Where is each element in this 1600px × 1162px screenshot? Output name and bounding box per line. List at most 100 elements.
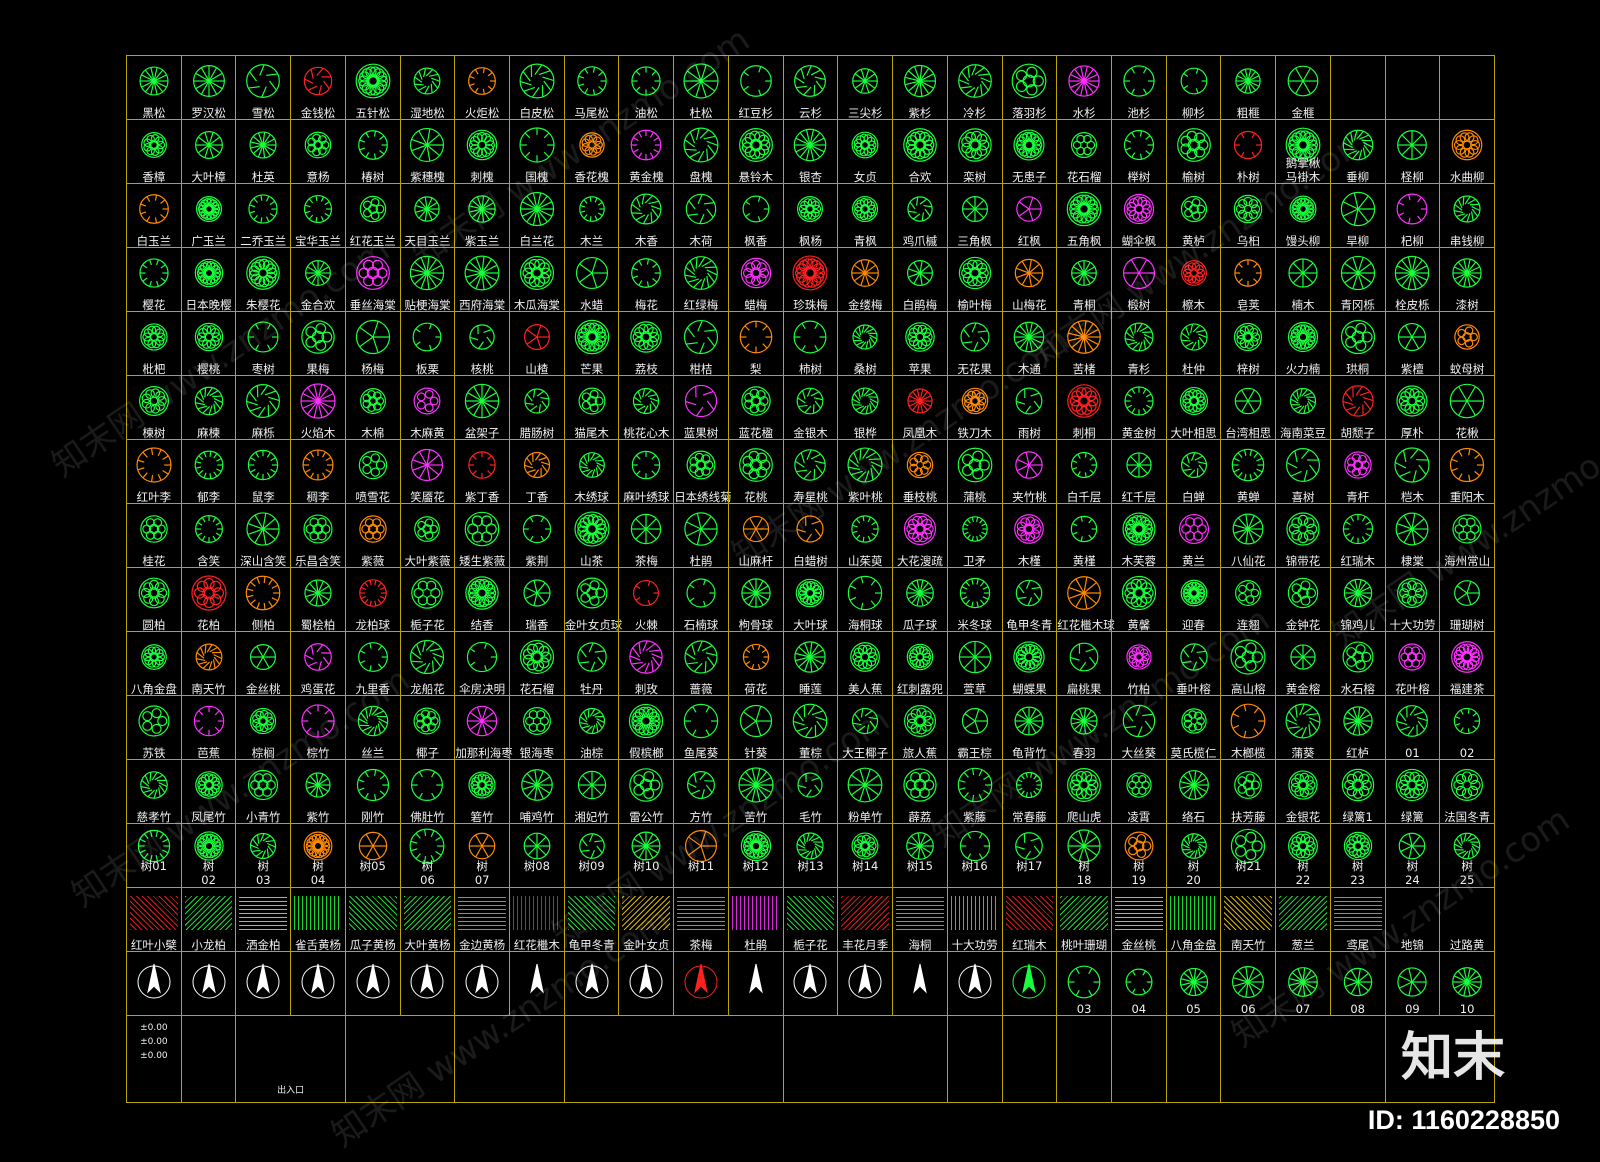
tree-symbol-cell[interactable]: 03 bbox=[1056, 951, 1112, 1016]
plant-symbol-cell[interactable]: 水杉 bbox=[1056, 55, 1112, 120]
plant-symbol-cell[interactable]: 木槿 bbox=[1001, 503, 1058, 568]
plant-symbol-cell[interactable]: 大叶相思 bbox=[1165, 375, 1222, 440]
plant-symbol-cell[interactable]: 柳杉 bbox=[1165, 55, 1222, 120]
plant-symbol-cell[interactable]: 麻栎 bbox=[235, 375, 292, 440]
plant-symbol-cell[interactable]: 蝴伞枫 bbox=[1110, 183, 1167, 248]
plant-symbol-cell[interactable]: 枫杨 bbox=[782, 183, 839, 248]
shrub-hatch-cell[interactable]: 茶梅 bbox=[673, 887, 729, 952]
plant-symbol-cell[interactable]: 三尖杉 bbox=[837, 55, 894, 120]
plant-symbol-cell[interactable]: 梅花 bbox=[618, 247, 675, 312]
legend-cell[interactable] bbox=[1165, 1015, 1222, 1103]
plant-symbol-cell[interactable]: 02 bbox=[1439, 695, 1495, 760]
plant-symbol-cell[interactable]: 三角枫 bbox=[946, 183, 1003, 248]
plant-symbol-cell[interactable]: 芭蕉 bbox=[180, 695, 237, 760]
plant-symbol-cell[interactable]: 杜仲 bbox=[1165, 311, 1222, 376]
shrub-hatch-cell[interactable]: 南天竹 bbox=[1220, 887, 1277, 952]
plant-symbol-cell[interactable]: 椿树 bbox=[344, 119, 401, 184]
plant-symbol-cell[interactable]: 伞房决明 bbox=[454, 631, 511, 696]
plant-symbol-cell[interactable]: 水曲柳 bbox=[1439, 119, 1495, 184]
plant-symbol-cell[interactable]: 台湾相思 bbox=[1220, 375, 1277, 440]
plant-symbol-cell[interactable]: 米冬球 bbox=[946, 567, 1003, 632]
plant-symbol-cell[interactable]: 福建茶 bbox=[1439, 631, 1495, 696]
tree-symbol-cell[interactable]: 树21 bbox=[1220, 823, 1277, 888]
plant-symbol-cell[interactable]: 含笑 bbox=[180, 503, 237, 568]
plant-symbol-cell[interactable]: 深山含笑 bbox=[235, 503, 292, 568]
plant-symbol-cell[interactable]: 皂荚 bbox=[1220, 247, 1277, 312]
tree-symbol-cell[interactable]: 树13 bbox=[782, 823, 839, 888]
tree-symbol-cell[interactable]: 10 bbox=[1439, 951, 1495, 1016]
plant-symbol-cell[interactable]: 蒲葵 bbox=[1275, 695, 1331, 760]
plant-symbol-cell[interactable]: 佛肚竹 bbox=[399, 759, 456, 824]
plant-symbol-cell[interactable]: 花石榴 bbox=[509, 631, 565, 696]
plant-symbol-cell[interactable]: 木兰 bbox=[563, 183, 620, 248]
plant-symbol-cell[interactable]: 樱花 bbox=[126, 247, 182, 312]
plant-symbol-cell[interactable]: 矮生紫薇 bbox=[454, 503, 511, 568]
plant-symbol-cell[interactable]: 青冈栎 bbox=[1329, 247, 1386, 312]
plant-symbol-cell[interactable]: 核桃 bbox=[454, 311, 511, 376]
plant-symbol-cell[interactable]: 刺玫 bbox=[618, 631, 675, 696]
plant-symbol-cell[interactable]: 芒果 bbox=[563, 311, 620, 376]
plant-symbol-cell[interactable]: 鸡蛋花 bbox=[290, 631, 346, 696]
plant-symbol-cell[interactable]: 木绣球 bbox=[563, 439, 620, 504]
plant-symbol-cell[interactable]: 雷公竹 bbox=[618, 759, 675, 824]
tree-symbol-cell[interactable]: 05 bbox=[1165, 951, 1222, 1016]
tree-symbol-cell[interactable]: 04 bbox=[1110, 951, 1167, 1016]
plant-symbol-cell[interactable]: 喷雪花 bbox=[344, 439, 401, 504]
plant-symbol-cell[interactable]: 蓝果树 bbox=[673, 375, 729, 440]
plant-symbol-cell[interactable]: 黑松 bbox=[126, 55, 182, 120]
shrub-hatch-cell[interactable]: 洒金柏 bbox=[235, 887, 292, 952]
plant-symbol-cell[interactable]: 金银木 bbox=[782, 375, 839, 440]
plant-symbol-cell[interactable]: 鼠李 bbox=[235, 439, 292, 504]
plant-symbol-cell[interactable]: 花桃 bbox=[727, 439, 784, 504]
plant-symbol-cell[interactable]: 木香 bbox=[618, 183, 675, 248]
plant-symbol-cell[interactable]: 萱草 bbox=[946, 631, 1003, 696]
plant-symbol-cell[interactable]: 刺桐 bbox=[1056, 375, 1112, 440]
plant-symbol-cell[interactable]: 荔枝 bbox=[618, 311, 675, 376]
legend-cell[interactable] bbox=[180, 1015, 237, 1103]
plant-symbol-cell[interactable]: 木棉 bbox=[344, 375, 401, 440]
plant-symbol-cell[interactable]: 柿树 bbox=[782, 311, 839, 376]
plant-symbol-cell[interactable]: 栀子花 bbox=[399, 567, 456, 632]
plant-symbol-cell[interactable]: 麻叶绣球 bbox=[618, 439, 675, 504]
plant-symbol-cell[interactable]: 杨梅 bbox=[344, 311, 401, 376]
plant-symbol-cell[interactable]: 凌霄 bbox=[1110, 759, 1167, 824]
north-arrow-cell[interactable] bbox=[290, 951, 346, 1016]
plant-symbol-cell[interactable]: 火焰木 bbox=[290, 375, 346, 440]
plant-symbol-cell[interactable]: 杜英 bbox=[235, 119, 292, 184]
north-arrow-cell[interactable] bbox=[344, 951, 401, 1016]
tree-symbol-cell[interactable]: 树14 bbox=[837, 823, 894, 888]
plant-symbol-cell[interactable]: 日本晚樱 bbox=[180, 247, 237, 312]
plant-symbol-cell[interactable]: 海桐球 bbox=[837, 567, 894, 632]
plant-symbol-cell[interactable]: 火力楠 bbox=[1275, 311, 1331, 376]
plant-symbol-cell[interactable]: 花楸 bbox=[1439, 375, 1495, 440]
plant-symbol-cell[interactable]: 罗汉松 bbox=[180, 55, 237, 120]
plant-symbol-cell[interactable]: 紫丁香 bbox=[454, 439, 511, 504]
plant-symbol-cell[interactable]: 苹果 bbox=[892, 311, 948, 376]
legend-cell[interactable] bbox=[782, 1015, 948, 1103]
plant-symbol-cell[interactable]: 合欢 bbox=[892, 119, 948, 184]
plant-symbol-cell[interactable]: 女贞 bbox=[837, 119, 894, 184]
plant-symbol-cell[interactable]: 油棕 bbox=[563, 695, 620, 760]
plant-symbol-cell[interactable]: 榆叶梅 bbox=[946, 247, 1003, 312]
plant-symbol-cell[interactable]: 旅人蕉 bbox=[892, 695, 948, 760]
plant-symbol-cell[interactable]: 八角金盘 bbox=[126, 631, 182, 696]
tree-symbol-cell[interactable]: 树 20 bbox=[1165, 823, 1222, 888]
plant-symbol-cell[interactable]: 蜡梅 bbox=[727, 247, 784, 312]
plant-symbol-cell[interactable]: 腊肠树 bbox=[509, 375, 565, 440]
plant-symbol-cell[interactable]: 夹竹桃 bbox=[1001, 439, 1058, 504]
north-arrow-cell[interactable] bbox=[946, 951, 1003, 1016]
plant-symbol-cell[interactable]: 盆架子 bbox=[454, 375, 511, 440]
plant-symbol-cell[interactable]: 山茶 bbox=[563, 503, 620, 568]
plant-symbol-cell[interactable]: 重阳木 bbox=[1439, 439, 1495, 504]
plant-symbol-cell[interactable]: 蒲桃 bbox=[946, 439, 1003, 504]
plant-symbol-cell[interactable]: 红叶李 bbox=[126, 439, 182, 504]
plant-symbol-cell[interactable]: 蝴蝶果 bbox=[1001, 631, 1058, 696]
plant-symbol-cell[interactable]: 红刺露兜 bbox=[892, 631, 948, 696]
plant-symbol-cell[interactable]: 青杆 bbox=[1329, 439, 1386, 504]
plant-symbol-cell[interactable]: 蔷薇 bbox=[673, 631, 729, 696]
plant-symbol-cell[interactable]: 意杨 bbox=[290, 119, 346, 184]
plant-symbol-cell[interactable]: 红花檵木球 bbox=[1056, 567, 1115, 632]
plant-symbol-cell[interactable]: 冷杉 bbox=[946, 55, 1003, 120]
north-arrow-cell[interactable] bbox=[126, 951, 182, 1016]
plant-symbol-cell[interactable]: 花柏 bbox=[180, 567, 237, 632]
